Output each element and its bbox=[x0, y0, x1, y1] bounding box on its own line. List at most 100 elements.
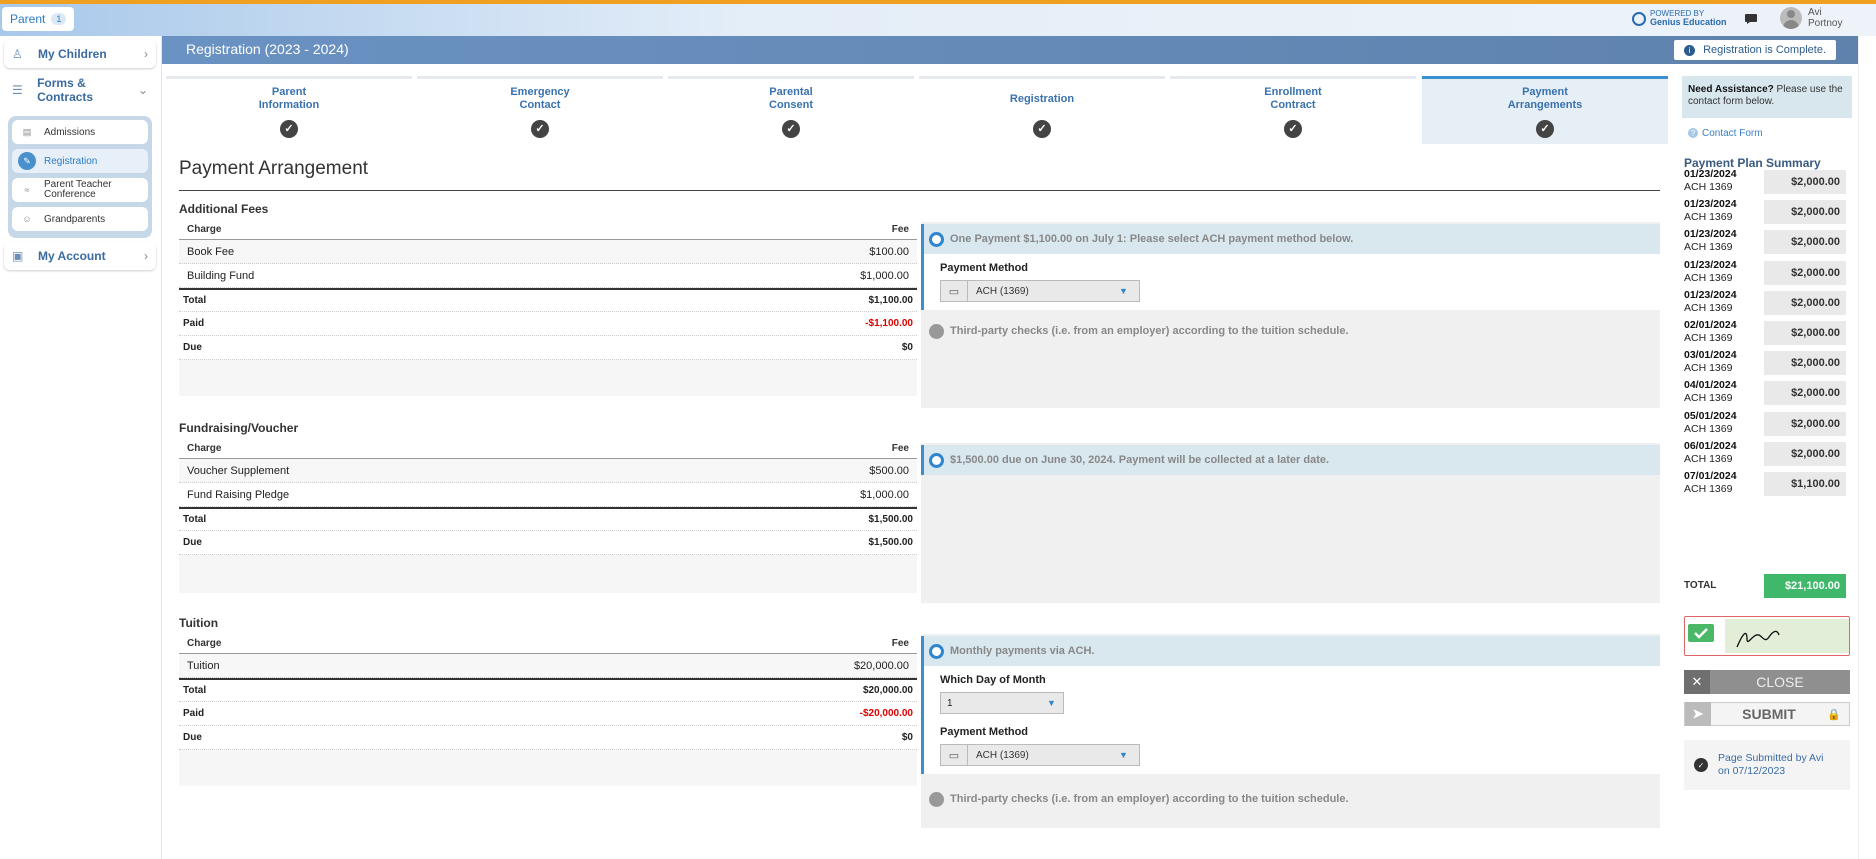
close-button[interactable]: ✕ CLOSE bbox=[1684, 670, 1850, 694]
button-label: CLOSE bbox=[1756, 674, 1804, 690]
charge-cell: Tuition bbox=[187, 659, 220, 672]
field-label: Payment Method bbox=[940, 726, 1029, 738]
spacer bbox=[179, 750, 917, 786]
role-count-badge: 1 bbox=[51, 13, 67, 25]
select-value: ACH (1369) bbox=[976, 285, 1029, 297]
step-emergency-contact[interactable]: Emergency Contact ✓ bbox=[417, 76, 663, 144]
checkmark-icon bbox=[1688, 624, 1714, 642]
clipboard-icon: ▤ bbox=[22, 126, 32, 137]
step-parent-information[interactable]: Parent Information ✓ bbox=[166, 76, 412, 144]
plan-amount: $2,000.00 bbox=[1764, 200, 1846, 225]
sidebar-item-admissions[interactable]: ▤ Admissions bbox=[12, 120, 148, 144]
page-header-title: Registration (2023 - 2024) bbox=[186, 41, 349, 57]
sidebar-item-label: Grandparents bbox=[44, 213, 106, 225]
plan-method: ACH 1369 bbox=[1684, 301, 1733, 314]
step-label: Emergency bbox=[510, 86, 570, 98]
step-payment-arrangements[interactable]: Payment Arrangements ✓ bbox=[1422, 76, 1668, 144]
payment-option-third-party[interactable]: Third-party checks (i.e. from an employe… bbox=[921, 784, 1660, 814]
nav-my-children[interactable]: ♙ My Children › bbox=[4, 40, 156, 68]
submitted-note: ✓ Page Submitted by Avi on 07/12/2023 bbox=[1684, 740, 1850, 790]
radio-unselected-icon[interactable] bbox=[929, 791, 944, 807]
genius-logo-icon bbox=[1632, 11, 1646, 26]
fee-cell: $1,000.00 bbox=[860, 488, 909, 501]
section-title: Additional Fees bbox=[179, 202, 269, 216]
scrollbar[interactable] bbox=[1858, 36, 1876, 859]
option-label: One Payment $1,100.00 on July 1: Please … bbox=[950, 233, 1354, 245]
table-header: Charge Fee bbox=[179, 220, 917, 240]
plan-date: 03/01/2024 bbox=[1684, 349, 1737, 362]
table-row: Tuition $20,000.00 bbox=[179, 654, 917, 678]
radio-unselected-icon[interactable] bbox=[929, 323, 944, 339]
plan-date: 07/01/2024 bbox=[1684, 470, 1737, 482]
check-icon: ✓ bbox=[1536, 120, 1554, 138]
caret-down-icon: ▼ bbox=[1047, 698, 1056, 708]
plan-row: 07/01/2024 ACH 1369 $1,100.00 bbox=[1684, 470, 1850, 506]
step-label: Parental bbox=[769, 86, 813, 98]
signature-field[interactable] bbox=[1684, 616, 1850, 656]
step-enrollment-contract[interactable]: Enrollment Contract ✓ bbox=[1170, 76, 1416, 144]
signature-pad[interactable] bbox=[1725, 619, 1849, 653]
assistance-heading: Need Assistance? bbox=[1688, 84, 1774, 95]
plan-method: ACH 1369 bbox=[1684, 452, 1733, 465]
submit-button[interactable]: ➤ SUBMIT 🔒 bbox=[1684, 702, 1850, 726]
account-icon: ▣ bbox=[12, 249, 24, 263]
step-label: Information bbox=[258, 99, 320, 111]
role-switcher[interactable]: Parent 1 bbox=[2, 7, 75, 31]
radio-selected-icon[interactable] bbox=[929, 643, 944, 659]
sidebar-item-label: Parent Teacher Conference bbox=[44, 179, 112, 200]
page-header: Registration (2023 - 2024) i Registratio… bbox=[162, 36, 1858, 64]
plan-amount: $2,000.00 bbox=[1764, 381, 1846, 406]
radio-selected-icon[interactable] bbox=[929, 452, 944, 468]
step-parental-consent[interactable]: Parental Consent ✓ bbox=[668, 76, 914, 144]
payment-option-third-party[interactable]: Third-party checks (i.e. from an employe… bbox=[921, 316, 1660, 346]
nav-forms-contracts[interactable]: ☰ Forms & Contracts ⌄ bbox=[4, 76, 156, 104]
paid-label: Paid bbox=[183, 708, 205, 719]
list-icon: ☰ bbox=[12, 83, 23, 97]
plan-method: ACH 1369 bbox=[1684, 422, 1733, 435]
table-header: Charge Fee bbox=[179, 439, 917, 459]
status-badge: i Registration is Complete. bbox=[1674, 40, 1836, 60]
people-icon: ☺ bbox=[22, 214, 32, 224]
table-row: Fund Raising Pledge $1,000.00 bbox=[179, 483, 917, 507]
brand-text: Genius Education bbox=[1650, 17, 1727, 27]
contact-form-link[interactable]: ? Contact Form bbox=[1682, 118, 1852, 148]
payment-options: One Payment $1,100.00 on July 1: Please … bbox=[921, 222, 1660, 408]
status-text: Registration is Complete. bbox=[1703, 44, 1826, 56]
plan-method: ACH 1369 bbox=[1684, 181, 1733, 193]
nav-label: Forms & Contracts bbox=[37, 76, 94, 104]
payment-option-later-date[interactable]: $1,500.00 due on June 30, 2024. Payment … bbox=[921, 445, 1660, 475]
payment-option-monthly[interactable]: Monthly payments via ACH. bbox=[921, 636, 1660, 666]
payment-method-select[interactable]: ▭ ACH (1369) ▼ bbox=[940, 744, 1140, 766]
total-row: Total $1,500.00 bbox=[179, 507, 917, 531]
fee-table: Charge Fee Tuition $20,000.00 Total $20,000… bbox=[179, 634, 917, 786]
step-label: Parent bbox=[271, 86, 307, 98]
payment-method-select[interactable]: ▭ ACH (1369) ▼ bbox=[940, 280, 1140, 302]
sidebar-item-grandparents[interactable]: ☺ Grandparents bbox=[12, 207, 148, 231]
user-menu[interactable]: Avi Portnoy bbox=[1780, 7, 1842, 29]
chat-icon[interactable] bbox=[1744, 13, 1758, 25]
plan-date: 01/23/2024 bbox=[1684, 288, 1737, 301]
wizard-steps: Parent Information ✓ Emergency Contact ✓ Par… bbox=[166, 76, 1668, 144]
option-label: $1,500.00 due on June 30, 2024. Payment … bbox=[950, 454, 1330, 466]
total-value: $1,100.00 bbox=[868, 295, 914, 306]
payment-option-one-payment[interactable]: One Payment $1,100.00 on July 1: Please … bbox=[921, 224, 1660, 254]
spacer bbox=[179, 555, 917, 593]
due-value: $0 bbox=[901, 732, 913, 743]
due-value: $1,500.00 bbox=[868, 537, 914, 548]
avatar bbox=[1780, 7, 1802, 29]
user-first-name: Avi bbox=[1808, 7, 1822, 18]
radio-selected-icon[interactable] bbox=[929, 231, 944, 247]
day-of-month-select[interactable]: 1 ▼ bbox=[940, 692, 1064, 714]
section-tuition: Tuition Charge Fee Tuition $20,000.00 Tota… bbox=[179, 616, 1660, 828]
sidebar-item-registration[interactable]: ✎ Registration bbox=[12, 149, 148, 173]
plan-date: 01/23/2024 bbox=[1684, 198, 1737, 211]
option-label: Third-party checks (i.e. from an employe… bbox=[950, 793, 1349, 805]
role-label: Parent bbox=[10, 12, 46, 26]
plan-date: 01/23/2024 bbox=[1684, 258, 1737, 271]
plan-method: ACH 1369 bbox=[1684, 392, 1733, 405]
fee-cell: $100.00 bbox=[869, 245, 909, 258]
sidebar-item-parent-teacher-conference[interactable]: ≈ Parent Teacher Conference bbox=[12, 178, 148, 202]
step-registration[interactable]: Registration ✓ bbox=[919, 76, 1165, 144]
table-row: Building Fund $1,000.00 bbox=[179, 264, 917, 288]
nav-my-account[interactable]: ▣ My Account › bbox=[4, 242, 156, 270]
